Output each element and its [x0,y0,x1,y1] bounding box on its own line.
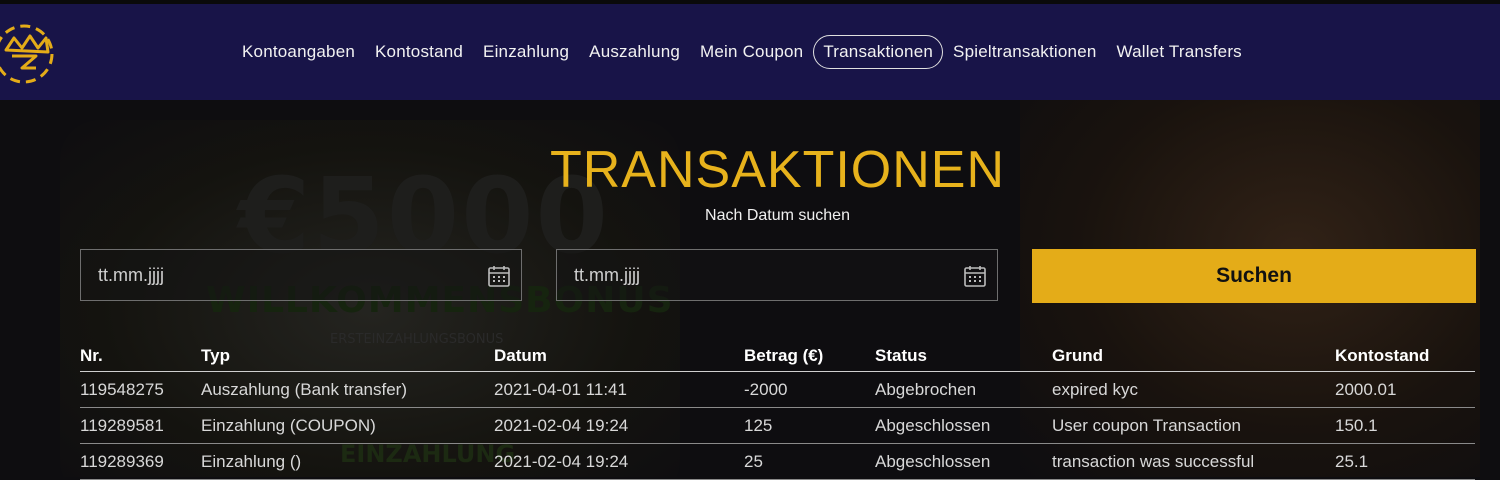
date-from-field [80,249,522,301]
column-header-status: Status [875,346,927,365]
calendar-icon[interactable] [963,264,987,288]
nav-item-einzahlung[interactable]: Einzahlung [473,35,579,69]
cell-datum: 2021-02-04 19:24 [494,416,629,435]
cell-kontostand: 150.1 [1335,416,1378,435]
cell-grund: User coupon Transaction [1052,416,1241,435]
table-row: 119289581 Einzahlung (COUPON) 2021-02-04… [80,408,1475,444]
column-header-kontostand: Kontostand [1335,346,1430,365]
column-header-typ: Typ [201,346,230,365]
column-header-betrag: Betrag (€) [744,346,824,365]
date-from-input[interactable] [81,250,478,300]
calendar-icon[interactable] [487,264,511,288]
cell-betrag: 25 [744,452,763,471]
cell-status: Abgeschlossen [875,416,991,435]
page-title: TRANSAKTIONEN [549,141,1006,199]
cell-datum: 2021-02-04 19:24 [494,452,629,471]
table-row: 119548275 Auszahlung (Bank transfer) 202… [80,372,1475,408]
cell-typ: Einzahlung () [201,452,302,471]
table-header: Nr. Typ Datum Betrag (€) Status Grund Ko… [80,339,1475,372]
page-subtitle: Nach Datum suchen [705,207,850,224]
search-button[interactable]: Suchen [1032,249,1476,303]
nav-item-kontostand[interactable]: Kontostand [365,35,473,69]
nav-item-auszahlung[interactable]: Auszahlung [579,35,690,69]
transactions-page: TRANSAKTIONEN Nach Datum suchen tt.mm.jj… [0,100,1500,480]
cell-grund: expired kyc [1052,380,1138,399]
column-header-nr: Nr. [80,346,103,365]
table-row: 119289369 Einzahlung () 2021-02-04 19:24… [80,444,1475,480]
crown-logo-icon[interactable] [0,20,60,84]
nav-item-mein-coupon[interactable]: Mein Coupon [690,35,813,69]
cell-nr: 119289369 [80,452,164,471]
nav-item-wallet-transfers[interactable]: Wallet Transfers [1107,35,1252,69]
cell-nr: 119548275 [80,380,164,399]
date-to-input[interactable] [557,250,954,300]
cell-betrag: -2000 [744,380,788,399]
cell-status: Abgebrochen [875,380,977,399]
nav-item-transaktionen[interactable]: Transaktionen [813,35,944,69]
cell-typ: Einzahlung (COUPON) [201,416,376,435]
cell-nr: 119289581 [80,416,164,435]
transactions-table: Nr. Typ Datum Betrag (€) Status Grund Ko… [80,339,1475,480]
column-header-datum: Datum [494,346,547,365]
cell-grund: transaction was successful [1052,452,1255,471]
cell-datum: 2021-04-01 11:41 [494,380,627,399]
date-to-field [556,249,998,301]
cell-betrag: 125 [744,416,773,435]
top-nav-bar: Kontoangaben Kontostand Einzahlung Ausza… [0,0,1500,100]
cell-typ: Auszahlung (Bank transfer) [201,380,407,399]
cell-kontostand: 2000.01 [1335,380,1397,399]
main-nav: Kontoangaben Kontostand Einzahlung Ausza… [232,35,1252,69]
cell-status: Abgeschlossen [875,452,991,471]
nav-item-spieltransaktionen[interactable]: Spieltransaktionen [943,35,1106,69]
nav-item-kontoangaben[interactable]: Kontoangaben [232,35,365,69]
cell-kontostand: 25.1 [1335,452,1369,471]
column-header-grund: Grund [1052,346,1103,365]
